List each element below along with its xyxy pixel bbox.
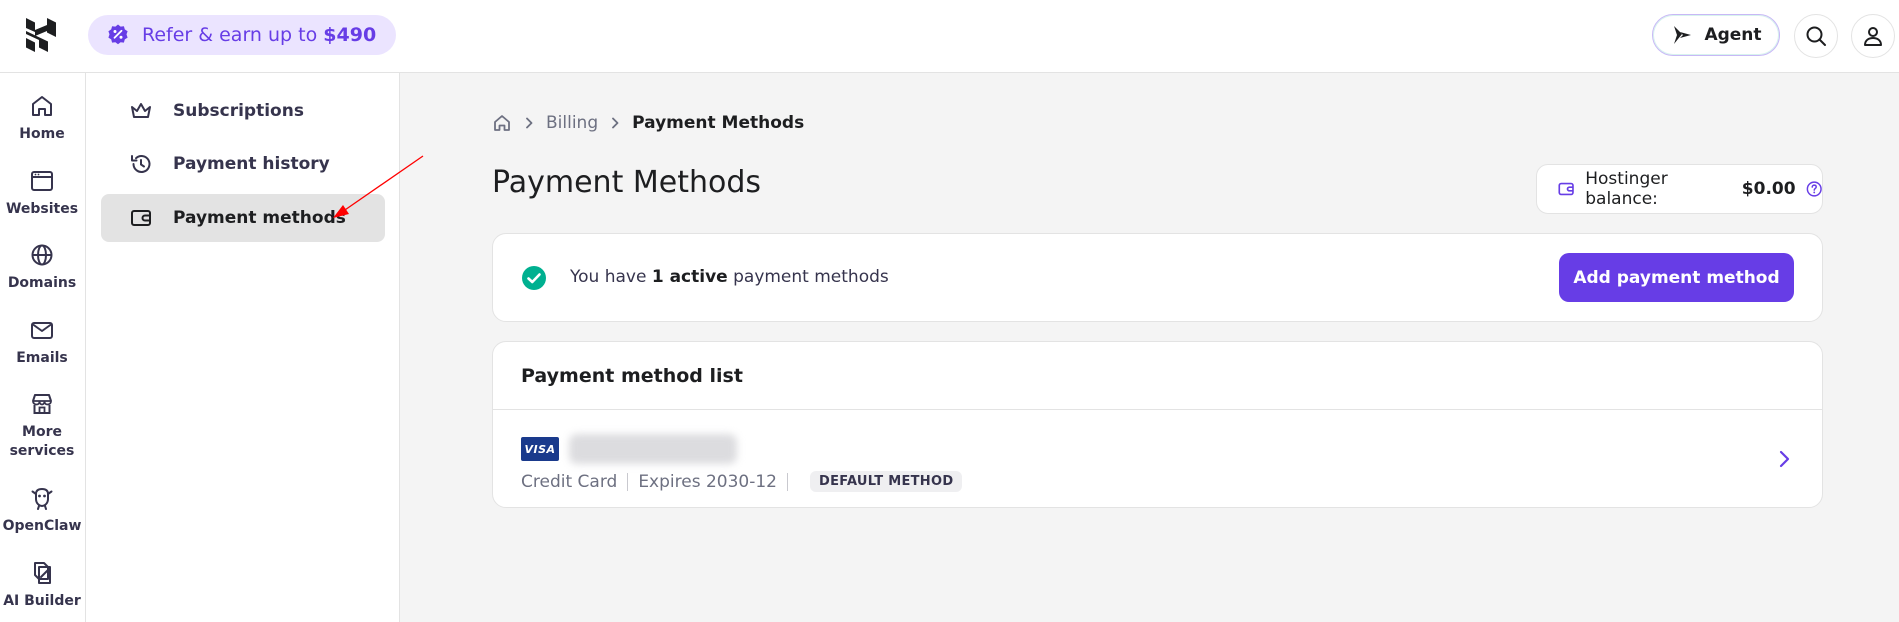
payment-method-meta: Credit Card Expires 2030-12 DEFAULT METH…	[521, 471, 963, 492]
wallet-icon	[131, 210, 151, 226]
rail-item-emails[interactable]: Emails	[0, 317, 84, 368]
chevron-right-icon[interactable]	[1773, 448, 1795, 470]
home-icon	[32, 96, 52, 116]
billing-subnav: Subscriptions Payment history Payment me…	[86, 73, 400, 622]
payment-method-row[interactable]: VISA Credit Card Expires 2030-12 DEFAULT…	[493, 410, 1822, 508]
card-type: Credit Card	[521, 471, 618, 492]
store-icon	[32, 394, 52, 414]
user-icon	[1864, 27, 1882, 46]
crown-icon	[131, 103, 151, 118]
check-circle-icon	[522, 266, 546, 290]
history-icon	[131, 155, 151, 173]
subnav-item-subscriptions[interactable]: Subscriptions	[101, 87, 385, 135]
rail-item-websites[interactable]: Websites	[0, 168, 84, 219]
add-payment-method-button[interactable]: Add payment method	[1559, 253, 1794, 302]
active-methods-card: You have 1 active payment methods Add pa…	[492, 233, 1823, 322]
rail-item-label: OpenClaw	[2, 518, 82, 534]
subnav-item-payment-methods[interactable]: Payment methods	[101, 194, 385, 242]
home-icon[interactable]	[492, 113, 512, 133]
balance-label: Hostinger balance:	[1585, 169, 1668, 209]
balance-amount: $0.00	[1741, 179, 1796, 199]
masked-card-number	[569, 434, 737, 464]
rail-item-home[interactable]: Home	[0, 93, 84, 144]
subnav-item-payment-history[interactable]: Payment history	[101, 140, 385, 188]
visa-card-icon: VISA	[521, 437, 559, 461]
page-title: Payment Methods	[492, 165, 762, 200]
search-button[interactable]	[1794, 14, 1838, 58]
hostinger-logo-icon	[26, 18, 56, 52]
rail-item-label: Emails	[16, 350, 68, 366]
agent-button[interactable]: Agent	[1652, 14, 1780, 56]
active-methods-message: You have 1 active payment methods	[570, 267, 889, 287]
subnav-item-label: Payment methods	[173, 208, 346, 228]
account-button[interactable]	[1851, 14, 1895, 58]
agent-button-label: Agent	[1704, 25, 1762, 45]
openclaw-icon	[31, 487, 53, 510]
rail-item-label: Websites	[5, 201, 79, 217]
top-bar: Refer & earn up to $490 Agent	[0, 0, 1899, 73]
ai-builder-icon	[34, 562, 51, 584]
chevron-right-icon	[612, 117, 619, 129]
refer-earn-amount: $490	[323, 24, 377, 46]
rail-item-domains[interactable]: Domains	[0, 242, 84, 293]
rail-item-label: Domains	[7, 275, 77, 291]
browser-window-icon	[31, 171, 53, 191]
subnav-item-label: Payment history	[173, 154, 330, 174]
rail-item-openclaw[interactable]: OpenClaw	[0, 485, 84, 536]
payment-method-list: Payment method list VISA Credit Card Exp…	[492, 341, 1823, 508]
rail-item-label: Home	[19, 126, 65, 142]
discount-badge-icon	[106, 23, 130, 47]
active-count: 1 active	[651, 267, 728, 287]
breadcrumb-current: Payment Methods	[632, 113, 805, 133]
rail-item-ai-builder[interactable]: AI Builder	[0, 560, 84, 611]
mail-icon	[31, 322, 53, 339]
main-nav-rail: Home Websites Domains Emails More servic…	[0, 73, 86, 622]
breadcrumb-billing-link[interactable]: Billing	[546, 113, 598, 133]
globe-icon	[31, 244, 53, 266]
rail-item-more-services[interactable]: More services	[0, 391, 84, 461]
breadcrumb: Billing Payment Methods	[492, 113, 804, 133]
payment-method-list-title: Payment method list	[521, 365, 743, 387]
subnav-item-label: Subscriptions	[173, 101, 304, 121]
separator	[627, 472, 629, 491]
hostinger-balance: Hostinger balance: $0.00	[1536, 164, 1823, 214]
refer-earn-banner[interactable]: Refer & earn up to $490	[88, 15, 397, 55]
hostinger-logo[interactable]	[22, 16, 60, 54]
help-icon[interactable]	[1806, 180, 1822, 198]
rail-item-label: AI Builder	[3, 593, 81, 609]
separator	[787, 472, 788, 491]
default-method-badge: DEFAULT METHOD	[810, 471, 963, 492]
search-icon	[1806, 26, 1826, 46]
wallet-icon	[1558, 182, 1574, 196]
main-content: Billing Payment Methods Payment Methods …	[400, 73, 1899, 622]
agent-spark-icon	[1674, 26, 1692, 44]
card-expiry: Expires 2030-12	[638, 471, 777, 492]
rail-item-label: More services	[9, 424, 75, 459]
chevron-right-icon	[526, 117, 533, 129]
refer-earn-text: Refer & earn up to $490	[142, 24, 377, 46]
